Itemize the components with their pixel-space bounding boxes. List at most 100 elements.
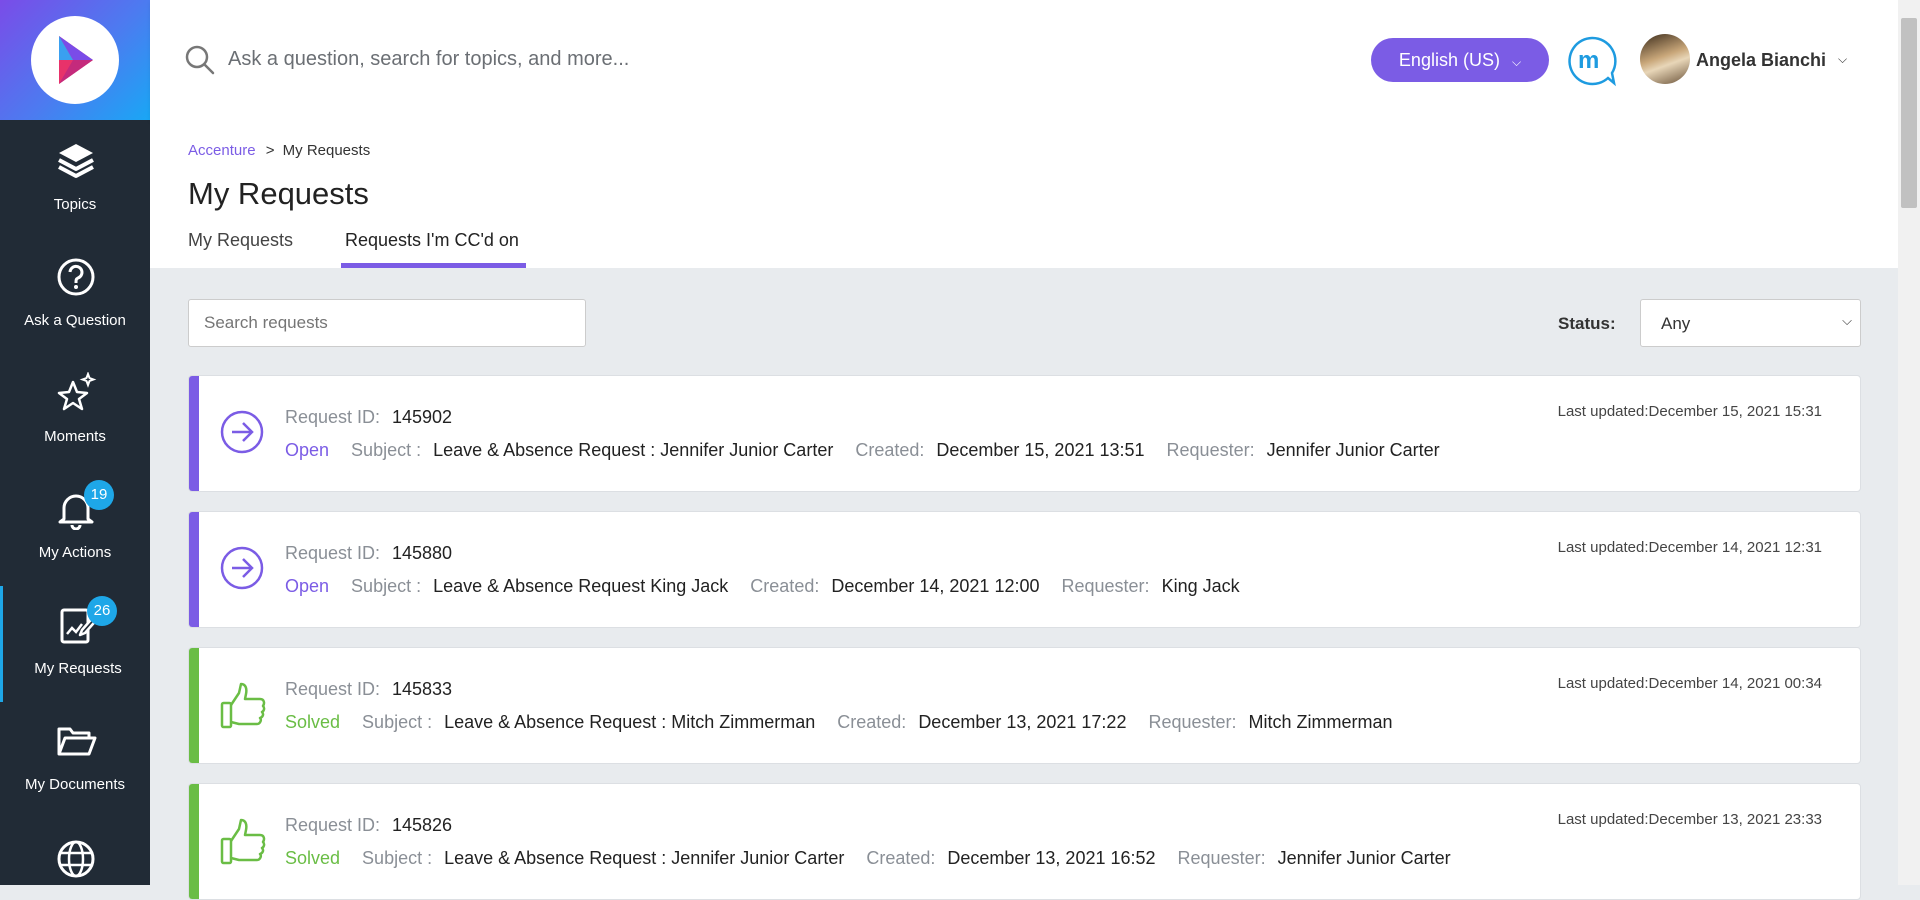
status-text: Solved [285, 712, 341, 732]
sidebar-item-label: My Requests [34, 660, 122, 677]
created-label: Created: [855, 440, 925, 460]
requester-value: Jennifer Junior Carter [1266, 440, 1440, 460]
subject-label: Subject : [362, 712, 433, 732]
request-id-value: 145826 [392, 815, 453, 835]
request-id-value: 145902 [392, 407, 453, 427]
sidebar-item-my-requests[interactable]: 26 My Requests [0, 586, 150, 702]
logo-area[interactable] [0, 0, 150, 120]
scrollbar-thumb[interactable] [1901, 18, 1917, 208]
subject-value: Leave & Absence Request : Mitch Zimmerma… [444, 712, 816, 732]
question-icon [57, 258, 95, 296]
breadcrumb-link-accenture[interactable]: Accenture [188, 142, 256, 159]
sidebar-item-ask-question[interactable]: Ask a Question [0, 238, 150, 354]
chevron-down-icon[interactable]: ⌵ [1838, 52, 1847, 67]
folder-icon [57, 727, 97, 756]
request-details: Open Subject : Leave & Absence Request : J… [285, 440, 1462, 461]
sidebar-item-moments[interactable]: Moments [0, 354, 150, 470]
last-updated-value: December 15, 2021 15:31 [1648, 403, 1822, 420]
status-accent-bar [189, 376, 199, 491]
thumbs-up-icon [219, 817, 267, 872]
chevron-down-icon: ⌵ [1511, 55, 1522, 69]
sparkle-star-icon [57, 372, 97, 411]
last-updated-value: December 13, 2021 23:33 [1648, 811, 1822, 828]
sidebar-item-my-actions[interactable]: 19 My Actions [0, 470, 150, 586]
notification-badge: 19 [84, 480, 114, 510]
last-updated-label: Last updated: [1557, 811, 1649, 828]
sidebar-item-globe[interactable] [0, 818, 150, 885]
scrollbar[interactable] [1898, 0, 1920, 885]
last-updated-label: Last updated: [1557, 403, 1649, 420]
breadcrumb-separator: > [265, 142, 275, 159]
logo [31, 16, 119, 104]
status-text: Open [285, 576, 330, 596]
sidebar-item-label: My Documents [24, 776, 126, 793]
arrow-right-circle-icon [219, 409, 265, 460]
sidebar-item-label: Ask a Question [24, 312, 126, 329]
last-updated: Last updated:December 14, 2021 00:34 [1558, 675, 1822, 692]
requester-label: Requester: [1148, 712, 1237, 732]
request-card[interactable]: Request ID: 145902 Last updated:December 1… [188, 375, 1861, 492]
created-label: Created: [866, 848, 936, 868]
avatar[interactable] [1640, 34, 1690, 84]
request-card[interactable]: Request ID: 145880 Last updated:December 1… [188, 511, 1861, 628]
created-value: December 14, 2021 12:00 [831, 576, 1040, 596]
requester-label: Requester: [1061, 576, 1150, 596]
request-card[interactable]: Request ID: 145833 Last updated:December 1… [188, 647, 1861, 764]
chevron-down-icon: ⌵ [1842, 313, 1852, 328]
breadcrumb-current: My Requests [282, 142, 371, 159]
sidebar-item-label: Topics [53, 196, 97, 213]
arrow-right-circle-icon [219, 545, 265, 596]
user-name[interactable]: Angela Bianchi [1696, 50, 1826, 71]
status-text: Open [285, 440, 330, 460]
tab-requests-cc[interactable]: Requests I'm CC'd on [345, 230, 519, 251]
request-id-label: Request ID: [285, 543, 381, 563]
request-id-label: Request ID: [285, 407, 381, 427]
request-details: Open Subject : Leave & Absence Request Kin… [285, 576, 1262, 597]
search-requests-input[interactable] [188, 299, 586, 347]
request-details: Solved Subject : Leave & Absence Request :… [285, 848, 1473, 869]
created-label: Created: [837, 712, 907, 732]
request-card[interactable]: Request ID: 145826 Last updated:December 1… [188, 783, 1861, 900]
status-select-value: Any [1661, 314, 1691, 333]
language-label: English (US) [1398, 50, 1500, 70]
tab-my-requests[interactable]: My Requests [188, 230, 293, 251]
language-selector[interactable]: English (US) ⌵ [1371, 38, 1549, 82]
sidebar-item-label: Moments [44, 428, 106, 445]
created-value: December 13, 2021 16:52 [947, 848, 1156, 868]
status-text: Solved [285, 848, 341, 868]
subject-value: Leave & Absence Request King Jack [433, 576, 729, 596]
subject-label: Subject : [351, 576, 422, 596]
requester-value: King Jack [1161, 576, 1240, 596]
sidebar-item-my-documents[interactable]: My Documents [0, 702, 150, 818]
last-updated: Last updated:December 14, 2021 12:31 [1558, 539, 1822, 556]
status-accent-bar [189, 648, 199, 763]
subject-label: Subject : [351, 440, 422, 460]
subject-label: Subject : [362, 848, 433, 868]
svg-text:m: m [1578, 47, 1599, 74]
status-label: Status: [1558, 314, 1616, 333]
created-value: December 13, 2021 17:22 [918, 712, 1127, 732]
top-header: Ask a question, search for topics, and m… [150, 0, 1898, 120]
last-updated: Last updated:December 13, 2021 23:33 [1558, 811, 1822, 828]
brand-logo-icon [59, 36, 93, 84]
status-accent-bar [189, 512, 199, 627]
thumbs-up-icon [219, 681, 267, 736]
status-accent-bar [189, 784, 199, 899]
global-search-input[interactable]: Ask a question, search for topics, and m… [228, 48, 629, 71]
page-title: My Requests [188, 176, 369, 211]
status-select[interactable]: Any ⌵ [1640, 299, 1861, 347]
notification-badge: 26 [87, 596, 117, 626]
sidebar-item-topics[interactable]: Topics [0, 122, 150, 238]
request-id-value: 145833 [392, 679, 453, 699]
last-updated-label: Last updated: [1557, 675, 1649, 692]
request-id-label: Request ID: [285, 815, 381, 835]
page-header: Accenture > My Requests My Requests My R… [150, 120, 1898, 268]
sidebar-item-label: My Actions [38, 544, 112, 561]
created-value: December 15, 2021 13:51 [936, 440, 1145, 460]
requester-label: Requester: [1166, 440, 1255, 460]
sidebar: Topics Ask a Question Moments 19 My Acti… [0, 0, 150, 885]
chat-assistant-icon[interactable]: m [1566, 35, 1618, 87]
last-updated: Last updated:December 15, 2021 15:31 [1558, 403, 1822, 420]
created-label: Created: [750, 576, 820, 596]
search-icon[interactable] [184, 44, 216, 76]
